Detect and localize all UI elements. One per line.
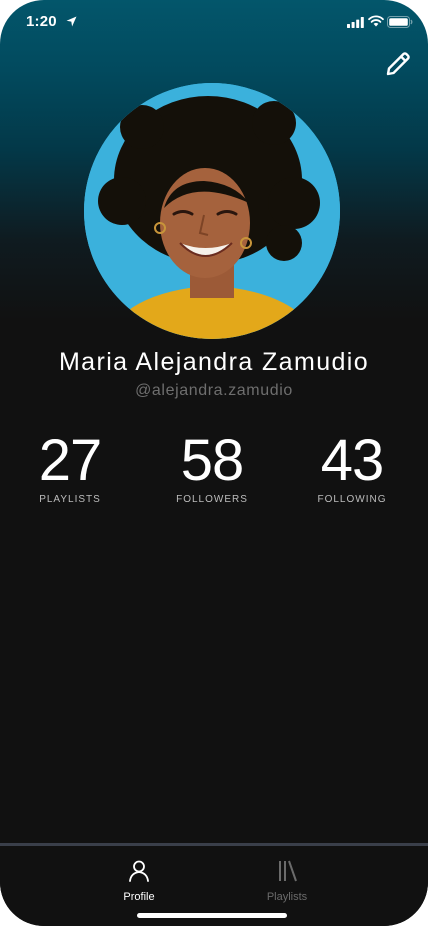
location-arrow-icon bbox=[66, 16, 77, 27]
status-bar: 1:20 bbox=[0, 0, 428, 44]
stat-following[interactable]: 43 FOLLOWING bbox=[282, 428, 422, 506]
edit-pencil-icon[interactable] bbox=[384, 50, 412, 78]
avatar bbox=[84, 83, 340, 339]
home-indicator bbox=[137, 913, 287, 918]
stat-label: PLAYLISTS bbox=[39, 494, 101, 505]
tab-playlists[interactable]: Playlists bbox=[247, 860, 327, 903]
profile-screen: 1:20 Maria Alejandra Zamudio @alejandra.… bbox=[0, 0, 428, 926]
avatar-photo bbox=[84, 83, 340, 339]
tab-label: Profile bbox=[123, 891, 155, 903]
stat-playlists[interactable]: 27 PLAYLISTS bbox=[0, 428, 140, 506]
stat-value: 58 bbox=[180, 428, 245, 493]
library-icon bbox=[279, 860, 297, 882]
tab-profile[interactable]: Profile bbox=[99, 860, 179, 903]
tab-label: Playlists bbox=[266, 891, 308, 903]
cellular-signal-icon bbox=[347, 17, 364, 28]
profile-name: Maria Alejandra Zamudio bbox=[58, 348, 370, 376]
stat-value: 27 bbox=[38, 428, 103, 493]
stat-followers[interactable]: 58 FOLLOWERS bbox=[142, 428, 282, 506]
stat-value: 43 bbox=[320, 428, 385, 493]
stat-label: FOLLOWERS bbox=[176, 494, 248, 505]
battery-icon bbox=[387, 16, 413, 28]
stat-label: FOLLOWING bbox=[317, 494, 387, 505]
person-icon bbox=[129, 860, 149, 882]
status-time: 1:20 bbox=[26, 13, 57, 30]
wifi-icon bbox=[368, 15, 384, 27]
profile-handle: @alejandra.zamudio bbox=[135, 382, 293, 399]
